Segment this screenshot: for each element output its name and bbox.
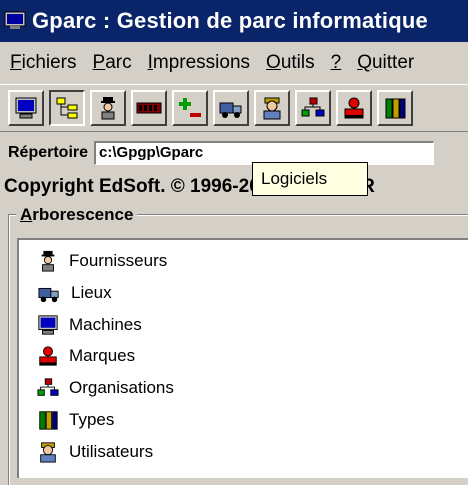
toolbar bbox=[0, 85, 468, 132]
tree-item-lieux[interactable]: Lieux bbox=[37, 278, 112, 308]
menu-help[interactable]: ? bbox=[331, 52, 342, 74]
menu-bar: Fichiers Parc Impressions Outils ? Quitt… bbox=[0, 42, 468, 85]
utilisateurs-button[interactable] bbox=[254, 90, 290, 126]
tree-item-label: Organisations bbox=[69, 378, 174, 397]
tree-item-fournisseurs[interactable]: Fournisseurs bbox=[37, 246, 167, 276]
memory-button[interactable] bbox=[131, 90, 167, 126]
tooltip: Logiciels bbox=[252, 162, 368, 196]
arborescence-tree[interactable]: Fournisseurs Lieux Machines Marques Orga… bbox=[17, 238, 468, 478]
marques-button[interactable] bbox=[336, 90, 372, 126]
menu-outils[interactable]: Outils bbox=[266, 52, 315, 74]
title-bar[interactable]: Gparc : Gestion de parc informatique bbox=[0, 0, 468, 42]
tree-item-label: Lieux bbox=[71, 283, 112, 302]
menu-parc[interactable]: Parc bbox=[93, 52, 132, 74]
monitor-icon bbox=[15, 97, 37, 119]
organisations-button[interactable] bbox=[295, 90, 331, 126]
supplier-icon bbox=[101, 97, 115, 120]
memory-icon bbox=[136, 102, 162, 114]
organisations-icon bbox=[37, 378, 59, 396]
repertoire-bar: Répertoire c:\Gpgp\Gparc bbox=[0, 137, 468, 169]
tree-item-label: Types bbox=[69, 410, 115, 429]
tree-item-marques[interactable]: Marques bbox=[37, 341, 135, 371]
truck-icon bbox=[38, 287, 59, 303]
arborescence-label: Arborescence bbox=[16, 205, 138, 225]
menu-quitter[interactable]: Quitter bbox=[357, 52, 414, 74]
types-button[interactable] bbox=[377, 90, 413, 126]
organisations-icon bbox=[301, 97, 325, 117]
menu-impressions[interactable]: Impressions bbox=[148, 52, 250, 74]
user-icon bbox=[40, 442, 56, 463]
machines-button[interactable] bbox=[8, 90, 44, 126]
tree-icon bbox=[56, 97, 78, 119]
book-icon bbox=[385, 98, 406, 119]
tree-item-label: Machines bbox=[69, 315, 142, 334]
tree-item-organisations[interactable]: Organisations bbox=[37, 373, 174, 403]
tree-item-label: Marques bbox=[69, 346, 136, 365]
repertoire-label: Répertoire bbox=[8, 144, 89, 161]
menu-fichiers[interactable]: Fichiers bbox=[10, 52, 77, 74]
window-title: Gparc : Gestion de parc informatique bbox=[32, 8, 428, 33]
brands-icon bbox=[344, 97, 364, 119]
tree-item-label: Fournisseurs bbox=[69, 251, 168, 270]
app-icon bbox=[4, 11, 26, 29]
supplier-icon bbox=[41, 250, 55, 272]
user-icon bbox=[263, 97, 281, 120]
fournisseurs-button[interactable] bbox=[90, 90, 126, 126]
tree-item-utilisateurs[interactable]: Utilisateurs bbox=[37, 437, 153, 467]
truck-icon bbox=[219, 102, 242, 118]
brands-icon bbox=[39, 346, 57, 366]
add-remove-icon bbox=[179, 98, 201, 117]
add-remove-button[interactable] bbox=[172, 90, 208, 126]
tree-item-types[interactable]: Types bbox=[37, 405, 114, 435]
monitor-icon bbox=[38, 315, 58, 335]
tree-view-button[interactable] bbox=[49, 90, 85, 126]
tree-item-machines[interactable]: Machines bbox=[37, 310, 142, 340]
tree-item-label: Utilisateurs bbox=[69, 442, 154, 461]
lieux-button[interactable] bbox=[213, 90, 249, 126]
book-icon bbox=[39, 411, 58, 430]
